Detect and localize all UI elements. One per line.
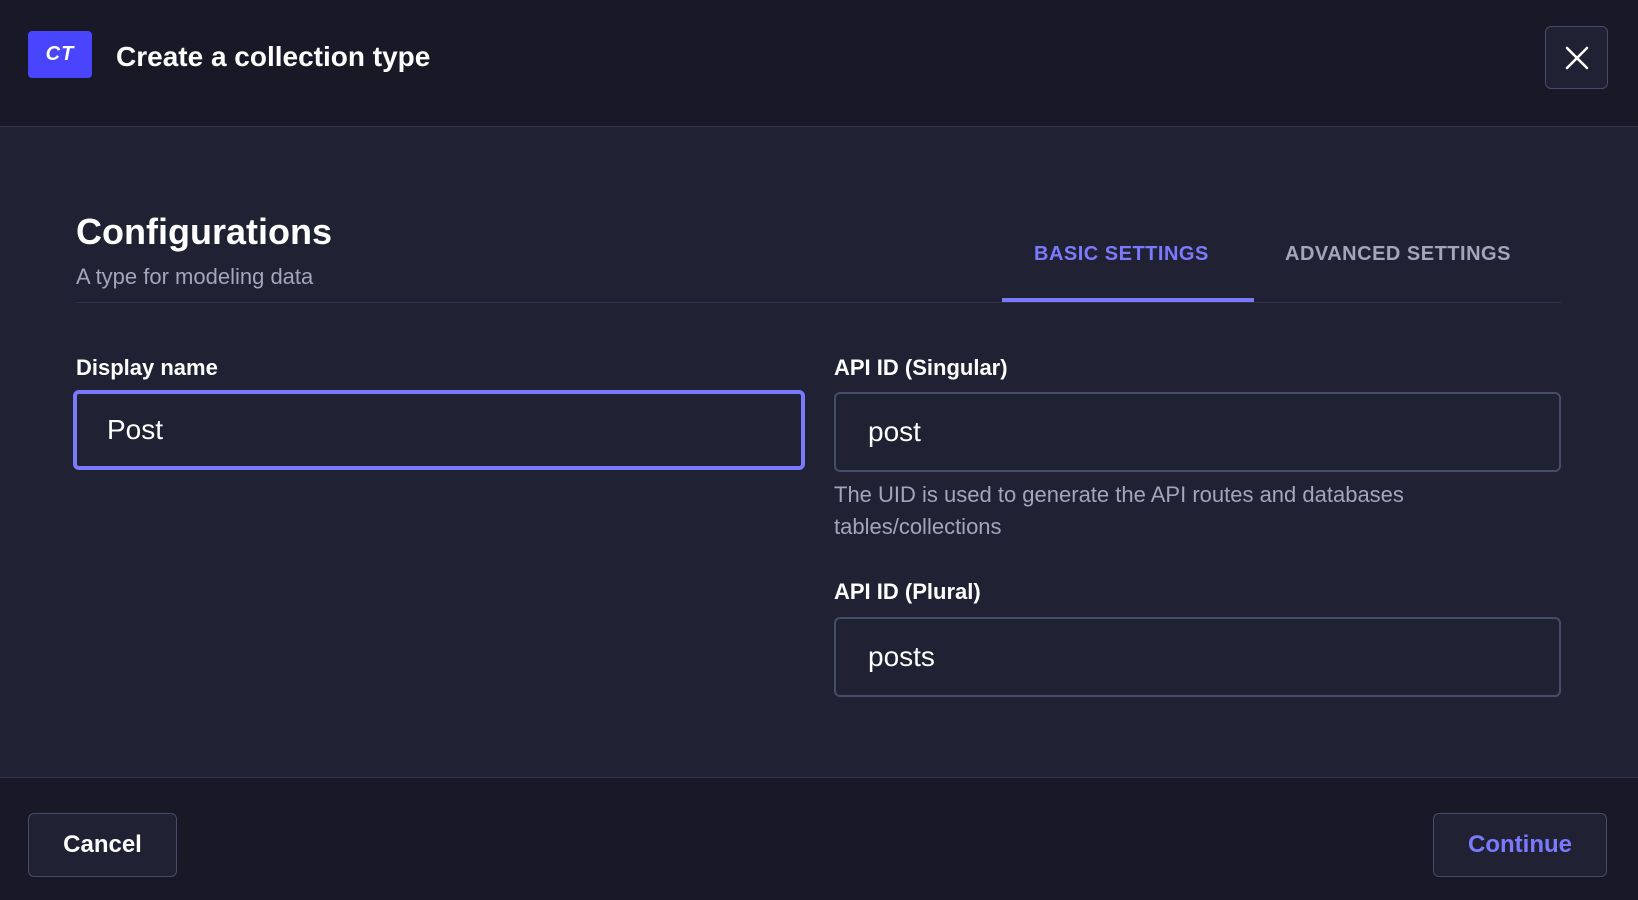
create-collection-type-modal: CT Create a collection type Configuratio… [0, 0, 1638, 900]
modal-footer: Cancel Continue [0, 777, 1638, 900]
tabs-divider [76, 302, 1561, 303]
tab-basic-settings[interactable]: BASIC SETTINGS [1034, 240, 1209, 268]
close-button[interactable] [1545, 26, 1608, 89]
section-title: Configurations [76, 211, 332, 252]
api-id-plural-label: API ID (Plural) [834, 579, 981, 604]
tab-advanced-settings[interactable]: ADVANCED SETTINGS [1285, 240, 1511, 268]
modal-header: CT Create a collection type [0, 0, 1638, 127]
display-name-input[interactable] [73, 390, 805, 470]
collection-type-badge: CT [28, 31, 92, 78]
close-icon [1565, 46, 1588, 69]
continue-button[interactable]: Continue [1433, 813, 1607, 877]
api-id-singular-input[interactable] [834, 392, 1561, 472]
modal-title: Create a collection type [116, 41, 431, 72]
api-id-singular-hint: The UID is used to generate the API rout… [834, 482, 1404, 539]
cancel-button[interactable]: Cancel [28, 813, 177, 877]
section-subtitle: A type for modeling data [76, 264, 314, 289]
api-id-plural-input[interactable] [834, 617, 1561, 697]
display-name-label: Display name [76, 355, 218, 380]
api-id-singular-label: API ID (Singular) [834, 355, 1008, 380]
